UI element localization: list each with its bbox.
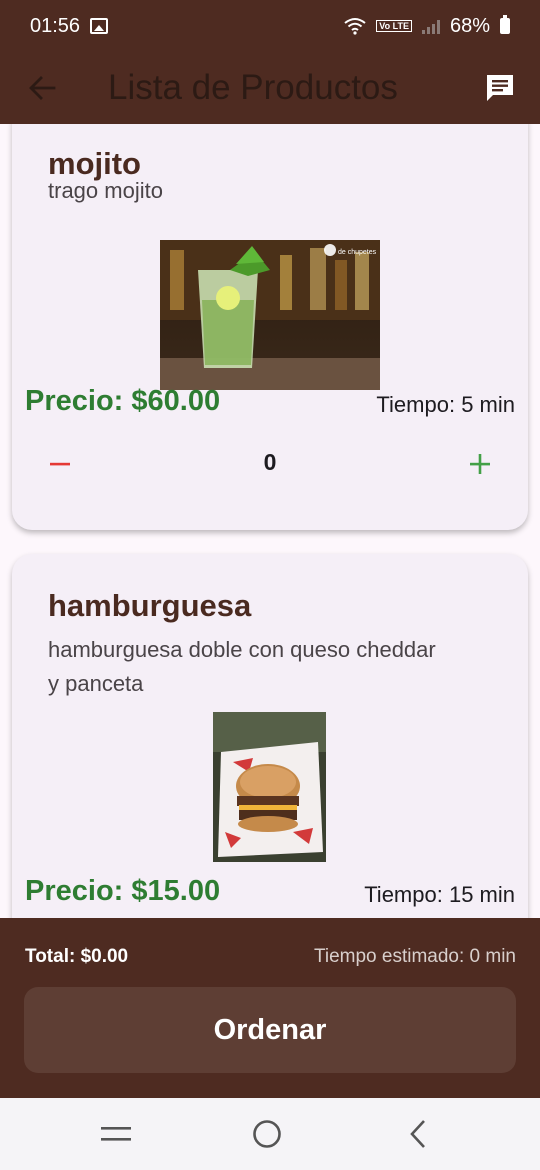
plus-icon xyxy=(470,454,490,474)
home-button[interactable] xyxy=(237,1112,297,1156)
product-image-hamburguesa xyxy=(213,712,326,862)
estimated-time: Tiempo estimado: 0 min xyxy=(313,946,516,967)
order-button[interactable]: Ordenar xyxy=(24,987,516,1073)
product-description: hamburguesa doble con queso cheddar y pa… xyxy=(48,637,436,696)
status-time: 01:56 xyxy=(30,14,81,37)
status-left: 01:56 xyxy=(30,14,109,38)
system-back-button[interactable] xyxy=(388,1112,448,1156)
product-image-mojito: de chupetes xyxy=(160,240,380,390)
battery-percent: 68% xyxy=(449,14,490,37)
page-title: Lista de Productos xyxy=(108,68,398,107)
signal-icon xyxy=(421,18,440,34)
quantity-value: 0 xyxy=(263,449,277,475)
product-price: Precio: $60.00 xyxy=(25,385,221,417)
home-icon xyxy=(253,1120,281,1148)
image-watermark: de chupetes xyxy=(338,249,377,256)
order-total: Total: $0.00 xyxy=(25,946,129,967)
status-right: Vo LTE 68% xyxy=(344,15,510,38)
recent-apps-button[interactable] xyxy=(86,1112,146,1156)
product-name: hamburguesa xyxy=(48,588,252,623)
system-nav-bar xyxy=(0,1098,540,1170)
product-card: hamburguesa hamburguesa doble con queso … xyxy=(12,554,528,918)
product-description: trago mojito xyxy=(48,178,163,203)
battery-icon xyxy=(500,15,510,34)
product-card: mojito trago mojito de chupetes Precio: … xyxy=(12,124,528,530)
product-price: Precio: $15.00 xyxy=(25,875,221,907)
volte-icon: Vo LTE xyxy=(376,20,412,32)
chat-icon xyxy=(487,75,513,101)
quantity-stepper: 0 xyxy=(12,442,528,482)
product-time: Tiempo: 15 min xyxy=(364,882,515,907)
recent-apps-icon xyxy=(101,1127,131,1141)
product-time: Tiempo: 5 min xyxy=(376,392,515,417)
back-button[interactable] xyxy=(12,58,72,118)
wifi-icon xyxy=(344,18,366,35)
app-bar: Lista de Productos xyxy=(0,52,540,124)
order-summary-bar: Total: $0.00 Tiempo estimado: 0 min Orde… xyxy=(0,918,540,1098)
product-list[interactable]: mojito trago mojito de chupetes Precio: … xyxy=(0,124,540,918)
chat-button[interactable] xyxy=(476,64,524,112)
arrow-back-icon xyxy=(29,76,56,100)
increase-quantity-button[interactable] xyxy=(458,442,502,486)
status-bar: 01:56 Vo LTE 68% xyxy=(0,0,540,52)
gallery-notification-icon xyxy=(90,18,109,34)
chevron-left-icon xyxy=(410,1120,425,1148)
